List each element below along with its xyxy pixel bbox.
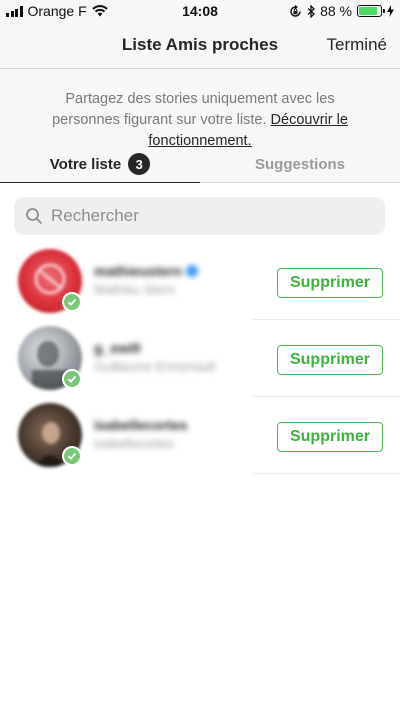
full-name: Mathieu Stern [94, 282, 175, 297]
battery-icon [357, 5, 385, 17]
tab-suggestions-label: Suggestions [254, 155, 345, 173]
verified-badge-icon [185, 265, 198, 277]
navigation-header: Liste Amis proches Terminé [0, 22, 400, 69]
tab-your-list-label: Votre liste [49, 155, 122, 173]
row-divider [252, 473, 400, 474]
search-icon [26, 208, 42, 224]
list-item: isabellecortes isabellecortes Supprimer [0, 397, 400, 474]
charging-icon [387, 5, 394, 17]
close-friends-list: mathieustern Mathieu Stern Supprimer g_e… [0, 243, 400, 474]
selected-check-icon [62, 292, 82, 312]
rotation-lock-icon [290, 4, 301, 17]
selected-check-icon [62, 446, 82, 466]
battery-percent: 88 % [320, 3, 352, 19]
search-input[interactable]: Rechercher [14, 197, 385, 235]
username-text: mathieustern [94, 263, 182, 279]
remove-button[interactable]: Supprimer [277, 345, 383, 375]
tab-your-list[interactable]: Votre liste 3 [0, 144, 200, 184]
list-item: g_ewill Guillaume Ermenault Supprimer [0, 320, 400, 397]
search-placeholder: Rechercher [51, 206, 139, 225]
selected-check-icon [62, 369, 82, 389]
full-name: isabellecortes [94, 436, 174, 451]
remove-button[interactable]: Supprimer [277, 268, 383, 298]
list-item: mathieustern Mathieu Stern Supprimer [0, 243, 400, 320]
full-name: Guillaume Ermenault [94, 359, 216, 374]
active-tab-indicator [0, 182, 200, 183]
tab-suggestions[interactable]: Suggestions [200, 144, 400, 184]
list-count-badge: 3 [128, 153, 151, 175]
status-right: 88 % [289, 3, 394, 19]
username: isabellecortes [94, 417, 188, 433]
battery-fill [359, 7, 378, 15]
intro-text: Partagez des stories uniquement avec les… [30, 89, 370, 152]
username: g_ewill [94, 340, 141, 356]
done-button[interactable]: Terminé [327, 35, 387, 55]
bluetooth-icon [307, 4, 316, 18]
status-bar: Orange F 14:08 88 % [0, 0, 400, 22]
username: mathieustern [94, 263, 198, 279]
tab-bar: Votre liste 3 Suggestions [0, 144, 400, 184]
remove-button[interactable]: Supprimer [277, 422, 383, 452]
tab-divider [200, 182, 400, 183]
